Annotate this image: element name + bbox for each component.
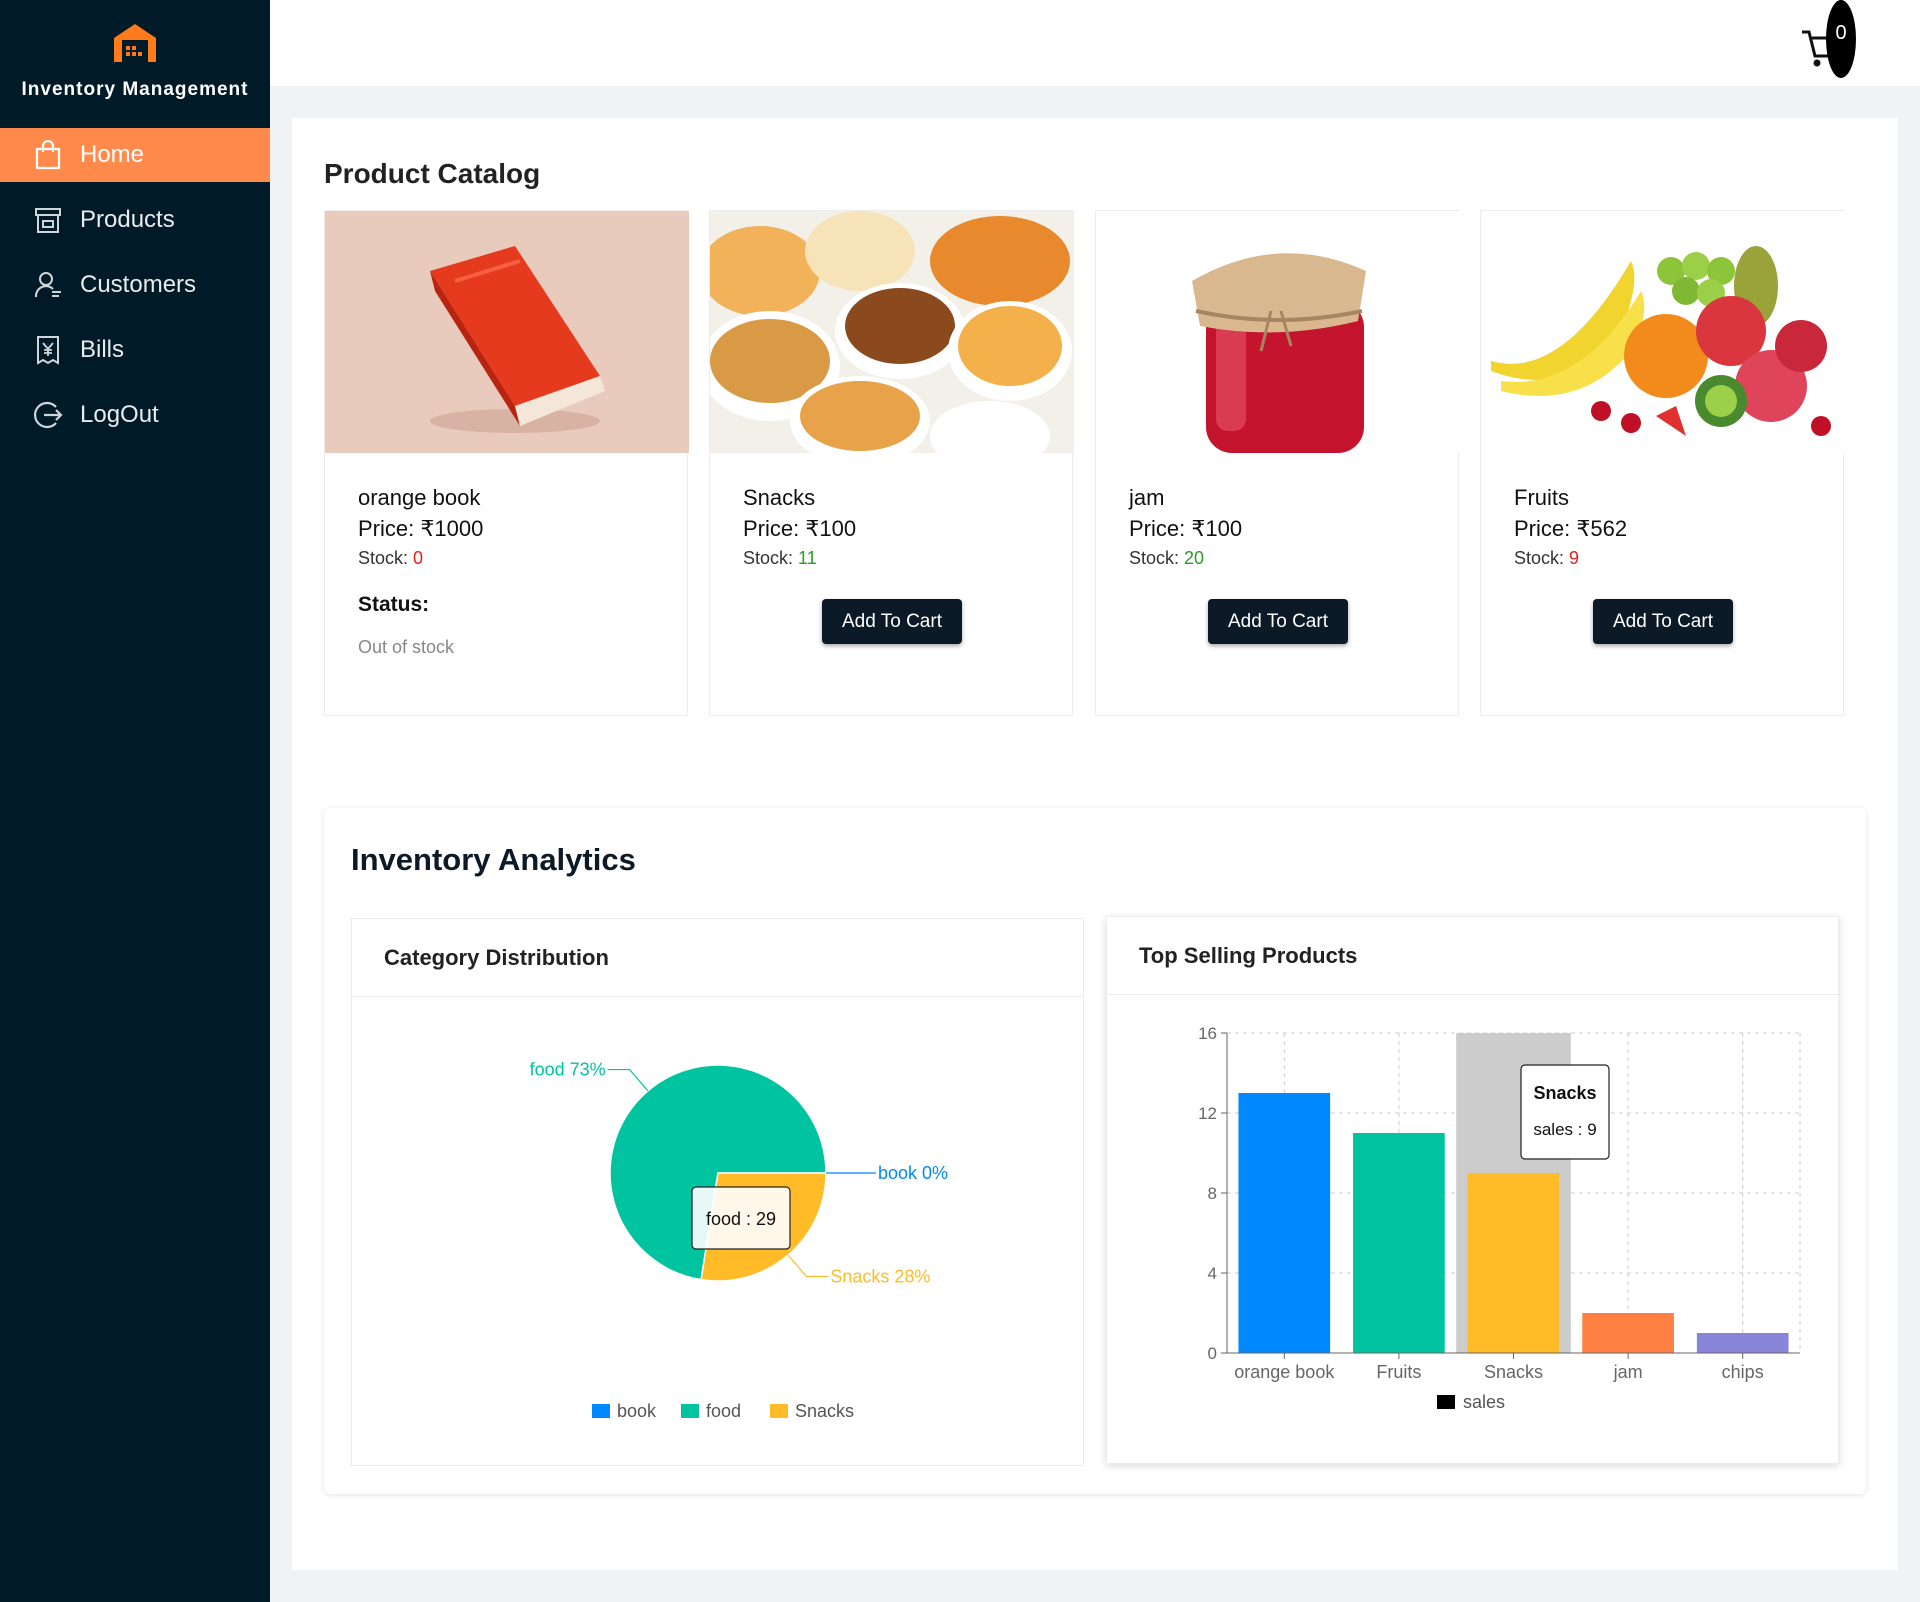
pie-leader-line <box>787 1254 829 1278</box>
bar-tooltip-title: Snacks <box>1533 1083 1596 1103</box>
bar-tooltip: Snacks sales : 9 <box>1520 1064 1610 1160</box>
sidebar-item-home[interactable]: Home <box>0 128 270 182</box>
x-tick-label: orange book <box>1234 1362 1335 1382</box>
panel-title: Top Selling Products <box>1107 917 1838 995</box>
product-image <box>1481 211 1845 453</box>
user-icon <box>32 269 64 301</box>
sidebar-item-logout[interactable]: LogOut <box>0 388 270 442</box>
legend-label: sales <box>1463 1392 1505 1412</box>
product-image <box>710 211 1074 453</box>
sidebar-item-label: Products <box>80 206 175 233</box>
product-card: Snacks Price: ₹100 Stock: 11 Add To Cart <box>709 210 1074 716</box>
y-tick-label: 0 <box>1208 1344 1217 1363</box>
bar-chips[interactable] <box>1696 1333 1789 1353</box>
sidebar-item-label: Home <box>80 141 145 168</box>
bag-icon <box>32 139 64 171</box>
legend-label: book <box>617 1401 657 1421</box>
pie-leader-line <box>607 1068 649 1092</box>
legend-swatch <box>770 1404 788 1418</box>
product-card: Fruits Price: ₹562 Stock: 9 Add To Cart <box>1480 210 1845 716</box>
add-to-cart-button[interactable]: Add To Cart <box>1208 599 1348 644</box>
product-price: Price: ₹100 <box>743 516 857 541</box>
cart-count-badge[interactable]: 0 <box>1826 0 1856 78</box>
product-name: Fruits <box>1514 485 1569 510</box>
x-tick-label: chips <box>1722 1362 1764 1382</box>
category-pie-chart: book 0% food 73% Snacks 28% food : 29 book… <box>530 1060 948 1421</box>
pie-label: book 0% <box>878 1163 948 1183</box>
pie-tooltip-text: food : 29 <box>706 1209 776 1229</box>
panel-title: Category Distribution <box>352 919 1083 997</box>
catalog-title: Product Catalog <box>324 158 541 189</box>
x-tick-label: jam <box>1613 1362 1643 1382</box>
product-stock: Stock: 20 <box>1129 548 1205 568</box>
bar-jam[interactable] <box>1582 1313 1674 1353</box>
sidebar-item-label: Bills <box>80 336 125 363</box>
sidebar-item-bills[interactable]: Bills <box>0 323 270 377</box>
product-price: Price: ₹1000 <box>358 516 484 541</box>
legend-swatch <box>592 1404 610 1418</box>
brand-logo[interactable]: Inventory Management <box>0 20 270 101</box>
product-card: orange book Price: ₹1000 Stock: 0 Status… <box>324 210 689 716</box>
product-name: Snacks <box>743 485 816 510</box>
product-stock: Stock: 9 <box>1514 548 1580 568</box>
legend-label: Snacks <box>795 1401 854 1421</box>
receipt-icon <box>32 334 64 366</box>
product-stock: Stock: 0 <box>358 548 424 568</box>
product-stock: Stock: 11 <box>743 548 817 568</box>
sidebar: Inventory Management Home Products Custo… <box>0 0 270 1602</box>
pie-label: food 73% <box>530 1060 606 1080</box>
legend-swatch <box>1437 1395 1455 1409</box>
category-distribution-panel: Category Distribution book 0% food 73% Sna… <box>351 918 1084 1466</box>
status-label: Status: <box>358 593 430 616</box>
bar-orange-book[interactable] <box>1238 1093 1331 1353</box>
pie-label: Snacks 28% <box>830 1266 930 1286</box>
legend-swatch <box>681 1404 699 1418</box>
warehouse-icon <box>114 24 156 62</box>
add-to-cart-button[interactable]: Add To Cart <box>1593 599 1733 644</box>
logout-icon <box>32 399 64 431</box>
bar-tooltip-value: sales : 9 <box>1533 1120 1596 1139</box>
product-image <box>1096 211 1460 453</box>
analytics-title: Inventory Analytics <box>351 842 636 877</box>
sidebar-nav: Home Products Customers Bills LogOut <box>0 128 270 453</box>
pie-tooltip: food : 29 <box>691 1186 791 1250</box>
top-selling-panel: Top Selling Products 0 4 8 12 16 orange book F… <box>1106 916 1839 1464</box>
top-selling-bar-chart: 0 4 8 12 16 orange book Fruits Snacks jam chips S… <box>1198 1024 1801 1412</box>
product-price: Price: ₹562 <box>1514 516 1628 541</box>
x-tick-label: Fruits <box>1376 1362 1421 1382</box>
y-tick-label: 12 <box>1198 1104 1217 1123</box>
store-icon <box>32 204 64 236</box>
sidebar-item-label: Customers <box>80 271 197 298</box>
y-tick-label: 4 <box>1208 1264 1217 1283</box>
sidebar-item-products[interactable]: Products <box>0 193 270 247</box>
product-name: orange book <box>358 485 481 510</box>
bar-fruits[interactable] <box>1353 1133 1445 1353</box>
y-tick-label: 8 <box>1208 1184 1217 1203</box>
bar-snacks[interactable] <box>1467 1173 1560 1353</box>
legend-label: food <box>706 1401 741 1421</box>
top-bar <box>270 0 1920 86</box>
product-price: Price: ₹100 <box>1129 516 1243 541</box>
x-tick-label: Snacks <box>1484 1362 1543 1382</box>
sidebar-item-label: LogOut <box>80 401 159 428</box>
product-image <box>325 211 689 453</box>
sidebar-item-customers[interactable]: Customers <box>0 258 270 312</box>
add-to-cart-button[interactable]: Add To Cart <box>822 599 962 644</box>
app-title: Inventory Management <box>21 79 249 100</box>
y-tick-label: 16 <box>1198 1024 1217 1043</box>
product-card: jam Price: ₹100 Stock: 20 Add To Cart <box>1095 210 1460 716</box>
status-value: Out of stock <box>358 637 455 657</box>
product-name: jam <box>1129 485 1165 510</box>
